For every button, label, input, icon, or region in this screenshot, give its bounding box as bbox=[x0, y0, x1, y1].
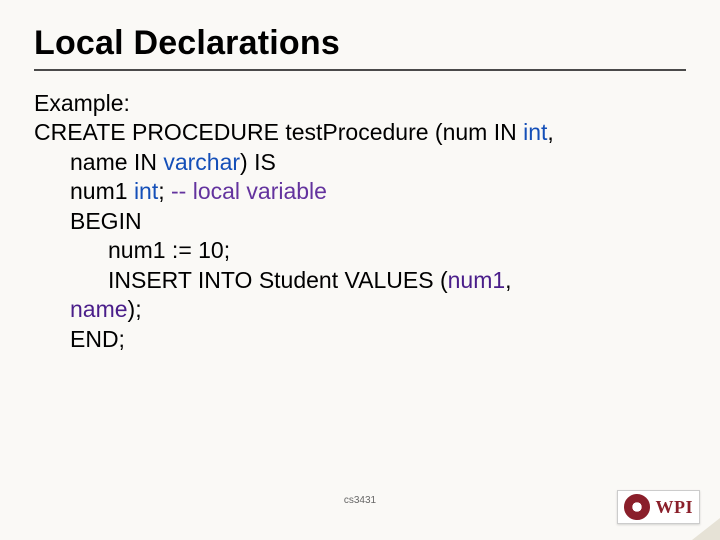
line-insert-cont: name); bbox=[34, 295, 686, 324]
line-local-decl: num1 int; -- local variable bbox=[34, 177, 686, 206]
slide-body: Example: CREATE PROCEDURE testProcedure … bbox=[34, 89, 686, 354]
text: CREATE PROCEDURE testProcedure (num IN bbox=[34, 119, 523, 145]
line-example: Example: bbox=[34, 89, 686, 118]
line-end: END; bbox=[34, 325, 686, 354]
line-insert: INSERT INTO Student VALUES (num1, bbox=[34, 266, 686, 295]
var-num1: num1 bbox=[448, 267, 506, 293]
text: num1 bbox=[70, 178, 134, 204]
type-int-local: int bbox=[134, 178, 158, 204]
var-name: name bbox=[70, 296, 128, 322]
line-begin: BEGIN bbox=[34, 207, 686, 236]
title-rule bbox=[34, 69, 686, 71]
wpi-seal-icon bbox=[624, 494, 650, 520]
slide: Local Declarations Example: CREATE PROCE… bbox=[0, 0, 720, 540]
comment-local: -- local variable bbox=[171, 178, 327, 204]
text: , bbox=[505, 267, 511, 293]
type-int: int bbox=[523, 119, 547, 145]
text: ) IS bbox=[240, 149, 276, 175]
page-corner-fold-icon bbox=[692, 518, 720, 540]
footer-label: cs3431 bbox=[0, 495, 720, 506]
text: ); bbox=[128, 296, 142, 322]
line-create: CREATE PROCEDURE testProcedure (num IN i… bbox=[34, 118, 686, 147]
wpi-logo: WPI bbox=[617, 490, 701, 524]
text: name IN bbox=[70, 149, 163, 175]
line-name-param: name IN varchar) IS bbox=[34, 148, 686, 177]
text: , bbox=[547, 119, 553, 145]
line-assign: num1 := 10; bbox=[34, 236, 686, 265]
text: INSERT INTO Student VALUES ( bbox=[108, 267, 448, 293]
wpi-text: WPI bbox=[656, 497, 694, 518]
slide-title: Local Declarations bbox=[34, 24, 686, 63]
type-varchar: varchar bbox=[163, 149, 240, 175]
text: ; bbox=[158, 178, 171, 204]
